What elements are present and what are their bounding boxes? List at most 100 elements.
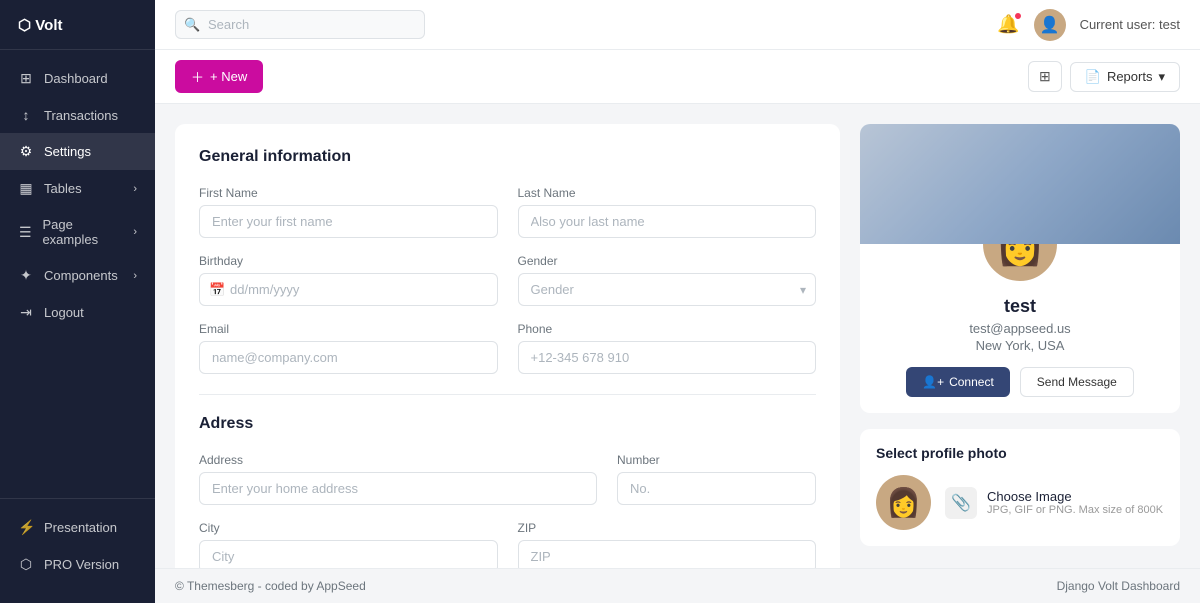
last-name-group: Last Name [518, 186, 817, 238]
form-card: General information First Name Last Name… [175, 124, 840, 568]
birthday-input-wrap: 📅 [199, 273, 498, 306]
address-title: Adress [199, 415, 816, 433]
photo-thumb: 👩 [876, 475, 931, 530]
email-label: Email [199, 322, 498, 336]
number-label: Number [617, 453, 816, 467]
choose-image-label: Choose Image [987, 489, 1163, 504]
sidebar-nav: ⊞ Dashboard ↕ Transactions ⚙ Settings ▦ … [0, 50, 155, 498]
sidebar-item-label: Settings [44, 144, 91, 159]
sidebar-item-components[interactable]: ✦ Components › [0, 257, 155, 294]
reports-button[interactable]: 📄 Reports ▾ [1070, 62, 1180, 92]
connect-label: Connect [949, 375, 994, 389]
number-group: Number [617, 453, 816, 505]
sidebar: ⬡ Volt ⊞ Dashboard ↕ Transactions ⚙ Sett… [0, 0, 155, 603]
logo-text: ⬡ Volt [18, 16, 62, 34]
transactions-icon: ↕ [18, 107, 34, 123]
footer-right: Django Volt Dashboard [1057, 579, 1180, 593]
profile-location: New York, USA [876, 338, 1164, 353]
reports-label: Reports [1107, 69, 1153, 84]
first-name-input[interactable] [199, 205, 498, 238]
connect-icon: 👤+ [922, 375, 944, 389]
photo-card: Select profile photo 👩 📎 Choose Image JP… [860, 429, 1180, 546]
page-examples-icon: ☰ [18, 224, 32, 241]
plus-icon: ＋ [191, 67, 204, 86]
last-name-label: Last Name [518, 186, 817, 200]
birthday-input[interactable] [199, 273, 498, 306]
sidebar-item-label: PRO Version [44, 557, 119, 572]
email-group: Email [199, 322, 498, 374]
sidebar-item-transactions[interactable]: ↕ Transactions [0, 97, 155, 133]
city-zip-row: City ZIP [199, 521, 816, 568]
phone-group: Phone [518, 322, 817, 374]
last-name-input[interactable] [518, 205, 817, 238]
grid-icon: ⊞ [1039, 68, 1051, 84]
birthday-label: Birthday [199, 254, 498, 268]
grid-view-button[interactable]: ⊞ [1028, 61, 1062, 92]
sidebar-item-tables[interactable]: ▦ Tables › [0, 170, 155, 207]
email-phone-row: Email Phone [199, 322, 816, 374]
section-divider [199, 394, 816, 395]
gender-group: Gender Gender Male Female Other ▾ [518, 254, 817, 306]
search-input[interactable] [175, 10, 425, 39]
profile-name: test [876, 296, 1164, 317]
city-input[interactable] [199, 540, 498, 568]
upload-text: Choose Image JPG, GIF or PNG. Max size o… [987, 489, 1163, 516]
zip-input[interactable] [518, 540, 817, 568]
new-button[interactable]: ＋ + New [175, 60, 263, 93]
email-input[interactable] [199, 341, 498, 374]
content-area: General information First Name Last Name… [155, 104, 1200, 568]
send-message-button[interactable]: Send Message [1020, 367, 1134, 397]
file-icon: 📄 [1085, 69, 1101, 85]
gender-label: Gender [518, 254, 817, 268]
components-icon: ✦ [18, 267, 34, 284]
sidebar-item-settings[interactable]: ⚙ Settings [0, 133, 155, 170]
sidebar-item-label: Components [44, 268, 118, 283]
page-footer: © Themesberg - coded by AppSeed Django V… [155, 568, 1200, 603]
address-input[interactable] [199, 472, 597, 505]
topbar-right: 🔔 👤 Current user: test [997, 9, 1180, 41]
sidebar-item-label: Dashboard [44, 71, 108, 86]
profile-email: test@appseed.us [876, 321, 1164, 336]
sidebar-bottom: ⚡ Presentation ⬡ PRO Version [0, 498, 155, 603]
gender-select[interactable]: Gender Male Female Other [518, 273, 817, 306]
number-input[interactable] [617, 472, 816, 505]
city-group: City [199, 521, 498, 568]
sidebar-item-presentation[interactable]: ⚡ Presentation [0, 509, 155, 546]
sidebar-item-label: Logout [44, 305, 84, 320]
notification-button[interactable]: 🔔 [997, 14, 1019, 35]
photo-select-row: 👩 📎 Choose Image JPG, GIF or PNG. Max si… [876, 475, 1164, 530]
upload-hint: JPG, GIF or PNG. Max size of 800K [987, 504, 1163, 516]
new-button-label: + New [210, 69, 247, 84]
birthday-gender-row: Birthday 📅 Gender Gender Male Female Oth… [199, 254, 816, 306]
footer-left: © Themesberg - coded by AppSeed [175, 579, 366, 593]
action-right: ⊞ 📄 Reports ▾ [1028, 61, 1180, 92]
upload-icon-btn[interactable]: 📎 [945, 487, 977, 519]
components-arrow-icon: › [133, 270, 137, 282]
profile-details: test test@appseed.us New York, USA 👤+ Co… [860, 296, 1180, 413]
current-user-label: Current user: test [1080, 17, 1180, 32]
profile-card: 👩 test test@appseed.us New York, USA 👤+ … [860, 124, 1180, 546]
sidebar-item-label: Presentation [44, 520, 117, 535]
sidebar-item-label: Page examples [42, 217, 123, 247]
photo-upload-info: 📎 Choose Image JPG, GIF or PNG. Max size… [945, 487, 1164, 519]
phone-label: Phone [518, 322, 817, 336]
profile-actions: 👤+ Connect Send Message [876, 367, 1164, 397]
sidebar-item-dashboard[interactable]: ⊞ Dashboard [0, 60, 155, 97]
address-group: Address [199, 453, 597, 505]
topbar: 🔍 🔔 👤 Current user: test [155, 0, 1200, 50]
address-label: Address [199, 453, 597, 467]
logout-icon: ⇥ [18, 304, 34, 321]
sidebar-item-page-examples[interactable]: ☰ Page examples › [0, 207, 155, 257]
page-examples-arrow-icon: › [133, 226, 137, 238]
avatar: 👤 [1034, 9, 1066, 41]
profile-info-card: 👩 test test@appseed.us New York, USA 👤+ … [860, 124, 1180, 413]
city-label: City [199, 521, 498, 535]
connect-button[interactable]: 👤+ Connect [906, 367, 1010, 397]
dashboard-icon: ⊞ [18, 70, 34, 87]
general-info-title: General information [199, 148, 816, 166]
sidebar-item-pro-version[interactable]: ⬡ PRO Version [0, 546, 155, 583]
phone-input[interactable] [518, 341, 817, 374]
zip-label: ZIP [518, 521, 817, 535]
sidebar-item-logout[interactable]: ⇥ Logout [0, 294, 155, 331]
action-bar: ＋ + New ⊞ 📄 Reports ▾ [155, 50, 1200, 104]
